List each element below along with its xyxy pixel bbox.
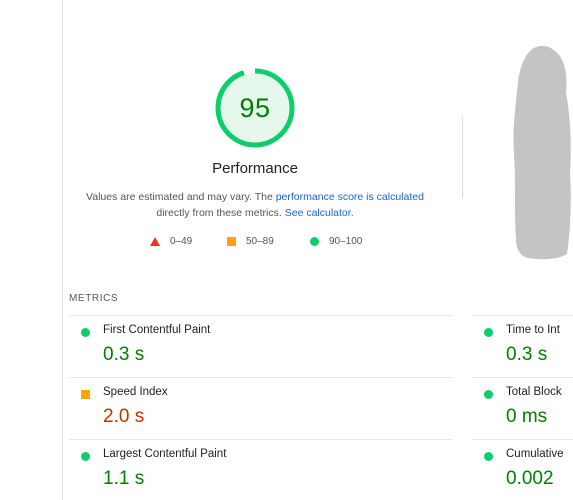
summary-divider bbox=[462, 116, 463, 198]
see-calculator-link[interactable]: See calculator. bbox=[285, 207, 354, 219]
metric-name: Time to Int bbox=[506, 324, 560, 336]
category-title: Performance bbox=[212, 160, 298, 177]
legend-pass: 90–100 bbox=[310, 236, 362, 247]
page-screenshot-thumbnail[interactable] bbox=[512, 44, 573, 262]
metric-largest-contentful-paint: Largest Contentful Paint 1.1 s bbox=[69, 440, 452, 500]
left-divider bbox=[62, 0, 63, 500]
pass-circle-icon bbox=[81, 452, 90, 461]
metric-name: Total Block bbox=[506, 386, 562, 398]
legend-label: 0–49 bbox=[170, 236, 193, 247]
metric-value: 0.3 s bbox=[103, 344, 145, 365]
metric-total-blocking-time: Total Block 0 ms bbox=[472, 378, 573, 438]
legend-label: 50–89 bbox=[246, 236, 274, 247]
metric-name: Largest Contentful Paint bbox=[103, 448, 227, 460]
metric-value: 1.1 s bbox=[103, 468, 145, 489]
average-square-icon bbox=[81, 390, 90, 399]
metric-value: 0 ms bbox=[506, 406, 548, 427]
metrics-heading: METRICS bbox=[69, 293, 119, 304]
legend-average: 50–89 bbox=[227, 236, 274, 247]
circle-icon bbox=[310, 237, 319, 246]
legend-fail: 0–49 bbox=[150, 236, 192, 247]
pass-circle-icon bbox=[484, 390, 493, 399]
legend-label: 90–100 bbox=[329, 236, 363, 247]
description-text: Values are estimated and may vary. The bbox=[86, 191, 276, 203]
metric-value: 2.0 s bbox=[103, 406, 145, 427]
metric-name: Speed Index bbox=[103, 386, 168, 398]
square-icon bbox=[227, 237, 236, 246]
metrics-right-column: Time to Int 0.3 s Total Block 0 ms Cumul… bbox=[462, 316, 573, 500]
metric-value: 0.3 s bbox=[506, 344, 548, 365]
triangle-icon bbox=[150, 237, 160, 246]
performance-score-link[interactable]: performance score is calculated bbox=[276, 191, 424, 203]
description-text-2: directly from these metrics. bbox=[156, 207, 285, 219]
metric-first-contentful-paint: First Contentful Paint 0.3 s bbox=[69, 316, 452, 376]
pass-circle-icon bbox=[484, 328, 493, 337]
metric-time-to-interactive: Time to Int 0.3 s bbox=[472, 316, 573, 376]
metric-value: 0.002 bbox=[506, 468, 554, 489]
metric-name: First Contentful Paint bbox=[103, 324, 211, 336]
pass-circle-icon bbox=[81, 328, 90, 337]
score-description: Values are estimated and may vary. The p… bbox=[80, 189, 430, 221]
performance-score: 95 bbox=[239, 92, 271, 123]
metric-speed-index: Speed Index 2.0 s bbox=[69, 378, 452, 438]
metric-cumulative-layout-shift: Cumulative 0.002 bbox=[472, 440, 573, 500]
metric-name: Cumulative bbox=[506, 448, 564, 460]
pass-circle-icon bbox=[484, 452, 493, 461]
